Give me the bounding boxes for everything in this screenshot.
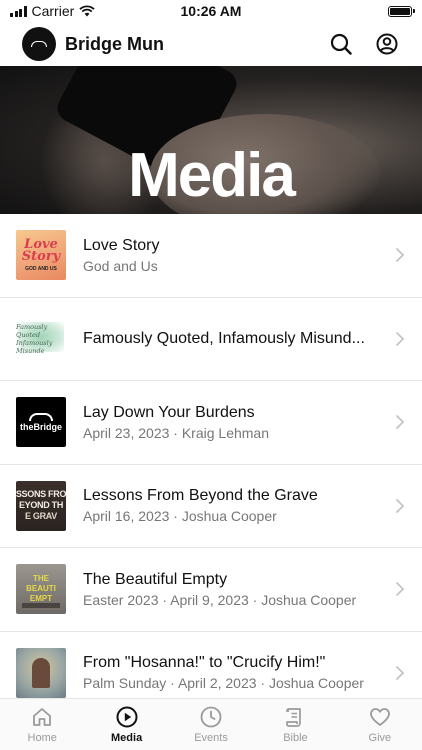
thumbnail-text: SSONS FRO [16,489,66,500]
tab-media[interactable]: Media [84,699,168,750]
media-item-the-beautiful-empty[interactable]: THE BEAUTI EMPT The Beautiful Empty East… [0,548,422,632]
status-bar: Carrier 10:26 AM [0,0,422,22]
app-title: Bridge Mun [65,33,164,54]
status-left: Carrier [10,3,95,19]
tab-events[interactable]: Events [169,699,253,750]
tab-label: Bible [283,732,308,744]
media-item-title: Love Story [83,236,160,254]
media-item-lay-down-your-burdens[interactable]: theBridge Lay Down Your Burdens April 23… [0,381,422,465]
media-item-subtitle: April 23, 2023 · Kraig Lehman [83,424,269,441]
media-item-title: Lay Down Your Burdens [83,403,255,421]
tab-home[interactable]: Home [0,699,84,750]
media-item-lessons-from-beyond-the-grave[interactable]: SSONS FRO EYOND TH E GRAV Lessons From B… [0,465,422,548]
media-item-famously-quoted[interactable]: Famously Quoted Infamously Misunde Famou… [0,298,422,381]
media-item-subtitle: Easter 2023 · April 9, 2023 · Joshua Coo… [83,591,357,608]
media-item-subtitle: April 16, 2023 · Joshua Cooper [83,508,277,525]
app-header: Bridge Mun [0,22,422,66]
search-icon [330,33,352,55]
battery-icon [388,5,415,17]
media-thumbnail: Famously Quoted Infamously Misunde [16,313,66,364]
tab-label: Home [27,732,57,744]
media-item-subtitle: Palm Sunday · April 2, 2023 · Joshua Coo… [83,675,364,692]
media-item-subtitle: God and Us [83,257,158,274]
play-circle-icon [116,706,138,728]
search-button[interactable] [328,31,354,57]
home-icon [33,708,52,726]
wifi-icon [79,5,95,17]
media-item-title: From "Hosanna!" to "Crucify Him!" [83,654,326,672]
hero-title: Media [128,141,296,210]
scroll-icon [286,708,302,727]
heart-icon [369,708,390,726]
user-circle-icon [376,33,398,55]
signal-icon [10,5,27,17]
tab-label: Events [194,732,228,744]
media-thumbnail: Love Story GOD AND US [16,230,66,281]
media-thumbnail: THE BEAUTI EMPT [16,564,66,615]
media-thumbnail: SSONS FRO EYOND TH E GRAV [16,480,66,531]
thumbnail-text: GOD AND US [25,265,57,272]
tab-give[interactable]: Give [338,699,422,750]
media-item-title: Famously Quoted, Infamously Misund... [83,329,365,347]
thumbnail-text: Infamously Misunde [16,338,53,355]
thumbnail-text: Famously Quoted [16,322,48,339]
clock-icon [200,706,222,728]
tab-bar: Home Media Events Bible Give [0,698,422,750]
header-actions [328,31,400,57]
media-thumbnail: theBridge [16,397,66,448]
thumbnail-text: E GRAV [24,511,58,522]
media-item-title: Lessons From Beyond the Grave [83,487,318,505]
thumbnail-text: theBridge [19,421,62,432]
hero-banner: Media [0,66,422,214]
media-item-hosanna-to-crucify-him[interactable]: From "Hosanna!" to "Crucify Him!" Palm S… [0,632,422,699]
church-logo [22,27,56,61]
chevron-right-icon [396,248,405,263]
profile-button[interactable] [374,31,400,57]
chevron-right-icon [396,331,405,346]
chevron-right-icon [396,498,405,513]
carrier-label: Carrier [31,3,75,19]
thumbnail-text: THE [33,574,49,584]
tab-bible[interactable]: Bible [253,699,337,750]
thumbnail-text: BEAUTI [26,584,56,594]
chevron-right-icon [396,665,405,680]
media-list: Love Story GOD AND US Love Story God and… [0,214,422,698]
tab-label: Give [368,732,392,744]
chevron-right-icon [396,415,405,430]
thumbnail-text: EYOND TH [18,500,64,511]
tab-label: Media [111,732,143,744]
media-thumbnail [16,647,66,698]
chevron-right-icon [396,582,405,597]
thumbnail-text: Story [21,248,61,264]
media-item-love-story[interactable]: Love Story GOD AND US Love Story God and… [0,214,422,298]
media-item-title: The Beautiful Empty [83,570,228,588]
